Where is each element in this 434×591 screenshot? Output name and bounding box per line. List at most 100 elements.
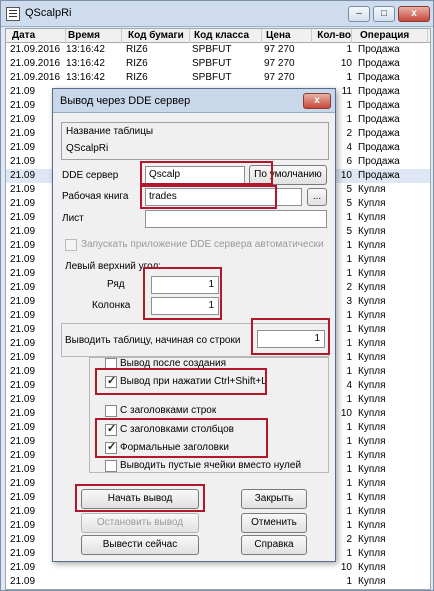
table-row[interactable]: 21.09.2016 13:16:42 RIZ6 SPBFUT 97 270 1 Прода… bbox=[6, 43, 430, 57]
cell-operation: Купля bbox=[358, 338, 386, 349]
cell-operation: Купля bbox=[358, 562, 386, 573]
cell-class-code: SPBFUT bbox=[192, 72, 232, 83]
stop-output-button[interactable]: Остановить вывод bbox=[81, 513, 199, 533]
cell-operation: Купля bbox=[358, 478, 386, 489]
cell-operation: Купля bbox=[358, 254, 386, 265]
column-header-date[interactable]: Дата bbox=[10, 29, 66, 43]
cell-operation: Купля bbox=[358, 422, 386, 433]
table-name-value: QScalpRi bbox=[66, 143, 109, 154]
close-button[interactable]: x bbox=[398, 6, 430, 22]
cell-operation: Продажа bbox=[358, 86, 400, 97]
cell-operation: Продажа bbox=[358, 128, 400, 139]
autostart-checkbox[interactable] bbox=[65, 239, 77, 251]
column-header-class-code[interactable]: Код класса bbox=[192, 29, 262, 43]
cell-operation: Купля bbox=[358, 296, 386, 307]
row-headers-checkbox[interactable] bbox=[105, 405, 117, 417]
cell-time: 13:16:54 bbox=[66, 589, 122, 590]
cell-operation: Купля bbox=[358, 506, 386, 517]
column-header-time[interactable]: Время bbox=[66, 29, 122, 43]
cell-operation: Купля bbox=[358, 240, 386, 251]
cell-quantity: 1 bbox=[346, 72, 352, 83]
row-input[interactable]: 1 bbox=[151, 276, 219, 294]
help-button[interactable]: Справка bbox=[241, 535, 307, 555]
column-header-security-code[interactable]: Код бумаги bbox=[126, 29, 190, 43]
cell-operation: Купля bbox=[358, 184, 386, 195]
table-row[interactable]: 21.09.2016 13:16:42 RIZ6 SPBFUT 97 270 10 Прод… bbox=[6, 57, 430, 71]
cell-price: 97 270 bbox=[264, 44, 295, 55]
browse-button[interactable]: ... bbox=[307, 188, 327, 206]
start-row-label: Выводить таблицу, начиная со строки bbox=[65, 335, 241, 346]
minimize-button[interactable]: – bbox=[348, 6, 370, 22]
cell-operation: Купля bbox=[358, 324, 386, 335]
cell-operation: Продажа bbox=[358, 44, 400, 55]
cell-class-code bbox=[192, 561, 262, 575]
cell-price: 97 270 bbox=[264, 58, 295, 69]
workbook-label: Рабочая книга bbox=[62, 191, 129, 202]
cell-operation: Продажа bbox=[358, 142, 400, 153]
empty-cells-checkbox[interactable] bbox=[105, 460, 117, 472]
column-label: Колонка bbox=[92, 300, 131, 311]
cell-operation: Продажа bbox=[358, 100, 400, 111]
formal-headers-checkbox[interactable] bbox=[105, 440, 117, 454]
cell-operation: Купля bbox=[358, 310, 386, 321]
empty-cells-label: Выводить пустые ячейки вместо нулей bbox=[120, 460, 302, 471]
cancel-button[interactable]: Отменить bbox=[241, 513, 307, 533]
column-input[interactable]: 1 bbox=[151, 297, 219, 315]
cell-date: 21.09 bbox=[10, 562, 36, 573]
cell-operation: Купля bbox=[358, 198, 386, 209]
cell-operation: Продажа bbox=[358, 589, 428, 590]
output-after-create-checkbox[interactable] bbox=[105, 358, 117, 370]
table-row[interactable]: 21.09.201613:16:54 RIZ6SPBFUT97 26095 Прод… bbox=[6, 589, 431, 590]
table-row[interactable]: 21.09.2016 13:16:42 RIZ6 SPBFUT 97 270 1 Прода… bbox=[6, 71, 430, 85]
sheet-label: Лист bbox=[62, 213, 84, 224]
cell-operation: Продажа bbox=[358, 58, 400, 69]
cell-price: 97 260 bbox=[264, 589, 312, 590]
cell-operation: Купля bbox=[358, 226, 386, 237]
window-title: QScalpRi bbox=[25, 7, 72, 19]
dialog-close-button[interactable]: x bbox=[303, 93, 331, 109]
row-label: Ряд bbox=[107, 279, 125, 290]
default-button[interactable]: По умолчанию bbox=[249, 165, 327, 185]
cell-quantity: 10 bbox=[340, 58, 352, 69]
table-name-group: Название таблицы QScalpRi bbox=[61, 122, 329, 160]
title-bar: QScalpRi – □ x bbox=[1, 1, 433, 27]
cell-quantity: 95 bbox=[310, 589, 352, 590]
cell-operation: Купля bbox=[358, 534, 386, 545]
cell-class-code: SPBFUT bbox=[192, 44, 232, 55]
cell-class-code bbox=[192, 575, 262, 589]
cell-date: 21.09 bbox=[10, 576, 36, 587]
cell-security-code: RIZ6 bbox=[126, 589, 190, 590]
cell-operation: Продажа bbox=[358, 170, 400, 181]
table-row[interactable]: 21.09 1 Купля bbox=[6, 575, 430, 589]
close-dialog-button[interactable]: Закрыть bbox=[241, 489, 307, 509]
workbook-input[interactable]: trades bbox=[145, 188, 302, 206]
output-now-button[interactable]: Вывести сейчас bbox=[81, 535, 199, 555]
column-header-operation[interactable]: Операция bbox=[358, 29, 428, 43]
sheet-input[interactable] bbox=[145, 210, 327, 228]
dde-server-input[interactable]: Qscalp bbox=[145, 166, 245, 184]
cell-time: 13:16:42 bbox=[66, 72, 105, 83]
column-header-price[interactable]: Цена bbox=[264, 29, 312, 43]
column-headers-checkbox[interactable] bbox=[105, 422, 117, 436]
cell-security-code: RIZ6 bbox=[126, 44, 148, 55]
cell-operation: Купля bbox=[358, 366, 386, 377]
autostart-label: Запускать приложение DDE сервера автомат… bbox=[81, 239, 324, 250]
cell-date: 21.09.2016 bbox=[10, 44, 61, 55]
table-row[interactable]: 21.09 10 Купля bbox=[6, 561, 430, 575]
start-row-input[interactable]: 1 bbox=[257, 330, 325, 348]
output-after-create-label: Вывод после создания bbox=[120, 358, 227, 369]
maximize-button[interactable]: □ bbox=[373, 6, 395, 22]
cell-security-code bbox=[126, 575, 190, 589]
cell-operation: Купля bbox=[358, 576, 386, 587]
cell-class-code: SPBFUT bbox=[192, 589, 262, 590]
start-output-button[interactable]: Начать вывод bbox=[81, 489, 199, 509]
cell-operation: Купля bbox=[358, 212, 386, 223]
column-header-quantity[interactable]: Кол-во bbox=[310, 29, 352, 43]
column-headers-label: С заголовками столбцов bbox=[120, 424, 234, 435]
cell-date: 21.09.2016 bbox=[10, 589, 66, 590]
output-on-hotkey-checkbox[interactable] bbox=[105, 374, 117, 388]
table-name-label: Название таблицы bbox=[66, 126, 154, 137]
cell-operation: Купля bbox=[358, 520, 386, 531]
row-headers-label: С заголовками строк bbox=[120, 405, 217, 416]
cell-class-code: SPBFUT bbox=[192, 58, 232, 69]
